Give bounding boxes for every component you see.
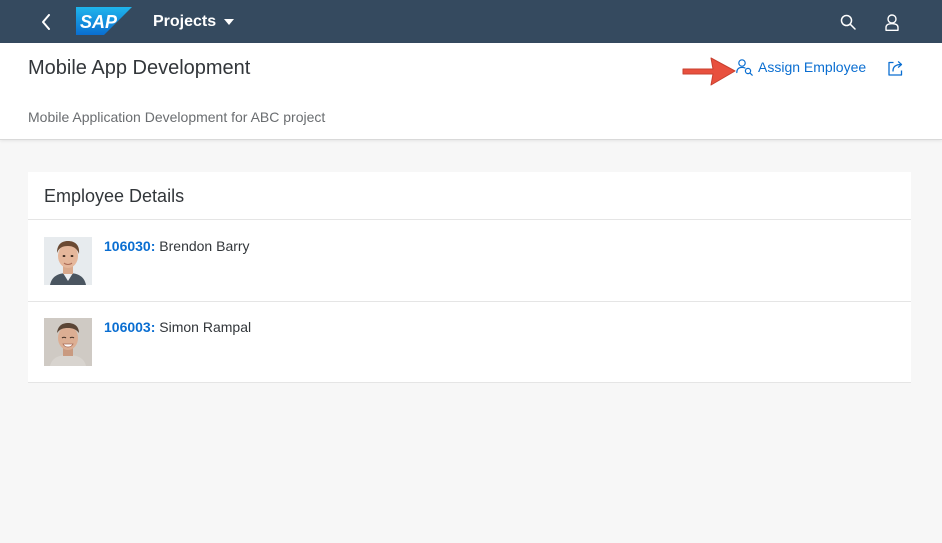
share-button[interactable]	[884, 57, 906, 79]
user-button[interactable]	[880, 10, 904, 34]
employee-id: 106003:	[104, 319, 156, 335]
caret-down-icon	[224, 19, 235, 25]
assign-employee-button[interactable]: Assign Employee	[736, 57, 866, 77]
annotation-arrow-icon	[680, 52, 738, 95]
employee-text: 106003: Simon Rampal	[104, 319, 251, 335]
search-icon	[840, 14, 856, 30]
avatar	[44, 318, 92, 366]
employee-id: 106030:	[104, 238, 156, 254]
panel-header: Employee Details	[28, 172, 911, 220]
search-button[interactable]	[836, 10, 860, 34]
app-title-menu[interactable]: Projects	[153, 11, 235, 33]
employee-details-panel: Employee Details 106030: Brendon Barry 1…	[28, 172, 911, 383]
employee-name: Simon Rampal	[159, 319, 252, 335]
user-icon	[885, 13, 899, 31]
share-icon	[887, 60, 902, 76]
page-title: Mobile App Development	[28, 57, 251, 79]
shell-bar: SAP Projects	[0, 0, 942, 43]
object-header: Mobile App Development Mobile Applicatio…	[0, 43, 942, 140]
sap-logo[interactable]: SAP	[76, 7, 132, 40]
panel-title: Employee Details	[44, 186, 185, 206]
employee-name: Brendon Barry	[159, 238, 250, 254]
avatar	[44, 237, 92, 285]
back-button[interactable]	[34, 10, 58, 34]
assign-employee-label: Assign Employee	[758, 59, 867, 75]
employee-text: 106030: Brendon Barry	[104, 238, 250, 254]
list-item[interactable]: 106030: Brendon Barry	[28, 221, 911, 302]
app-title: Projects	[153, 13, 217, 30]
svg-text:SAP: SAP	[80, 12, 118, 32]
person-search-icon	[736, 58, 753, 76]
list-item[interactable]: 106003: Simon Rampal	[28, 302, 911, 383]
page-subtitle: Mobile Application Development for ABC p…	[28, 109, 326, 125]
chevron-left-icon	[42, 14, 50, 30]
